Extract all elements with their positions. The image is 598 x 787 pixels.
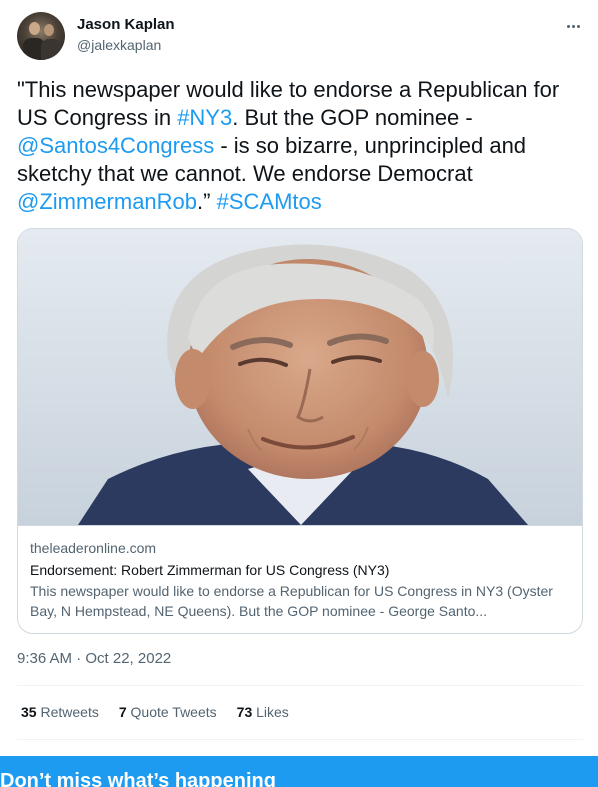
divider xyxy=(17,739,583,740)
tweet-timestamp[interactable]: 9:36 AM · Oct 22, 2022 xyxy=(17,650,171,667)
likes-count: 73 xyxy=(236,704,253,720)
hashtag-link[interactable]: #NY3 xyxy=(177,105,232,130)
link-card[interactable]: theleaderonline.com Endorsement: Robert … xyxy=(17,228,583,634)
author-name[interactable]: Jason Kaplan xyxy=(77,16,175,33)
card-meta[interactable]: theleaderonline.com Endorsement: Robert … xyxy=(18,525,582,633)
quote-tweets-count: 7 xyxy=(118,704,127,720)
more-icon[interactable] xyxy=(563,16,583,36)
banner-text: Don’t miss what’s happening xyxy=(0,770,276,787)
likes-stat[interactable]: 73 Likes xyxy=(237,704,289,724)
mention-link[interactable]: @Santos4Congress xyxy=(17,133,214,158)
card-title: Endorsement: Robert Zimmerman for US Con… xyxy=(30,562,390,578)
quote-tweets-label: Quote Tweets xyxy=(130,704,217,720)
tweet-stats: 35 Retweets 7 Quote Tweets 73 Likes xyxy=(21,704,289,724)
card-domain: theleaderonline.com xyxy=(30,540,157,556)
tweet-text-part: .” xyxy=(197,189,217,214)
hashtag-link[interactable]: #SCAMtos xyxy=(217,189,322,214)
retweets-label: Retweets xyxy=(40,704,99,720)
likes-label: Likes xyxy=(256,704,289,720)
portrait-image xyxy=(18,229,582,525)
tweet-text-part: . But the GOP nominee - xyxy=(232,105,473,130)
card-description: This newspaper would like to endorse a R… xyxy=(30,583,553,619)
tweet-text: "This newspaper would like to endorse a … xyxy=(17,76,577,216)
retweets-count: 35 xyxy=(21,704,37,720)
signup-banner[interactable]: Don’t miss what’s happening xyxy=(0,756,598,787)
avatar[interactable] xyxy=(17,12,65,60)
mention-link[interactable]: @ZimmermanRob xyxy=(17,189,197,214)
tweet-header: Jason Kaplan @jalexkaplan xyxy=(17,12,583,60)
divider xyxy=(17,685,583,686)
card-image[interactable] xyxy=(18,229,582,525)
quote-tweets-stat[interactable]: 7 Quote Tweets xyxy=(119,704,217,724)
author-handle[interactable]: @jalexkaplan xyxy=(77,37,161,53)
retweets-stat[interactable]: 35 Retweets xyxy=(21,704,99,724)
